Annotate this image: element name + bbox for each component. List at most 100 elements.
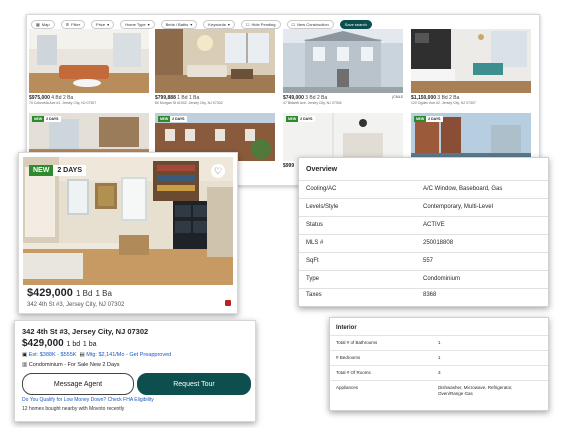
interior-key: Total # of Bathrooms bbox=[336, 340, 378, 345]
listing-photo: NEW 2 DAYS ♡ bbox=[23, 157, 233, 285]
message-agent-button[interactable]: Message Agent bbox=[22, 373, 134, 395]
filter-toolbar: ▦ Map ☰ Filter Price ▾ Home Type ▾ Beds / Ba… bbox=[31, 19, 372, 29]
divider bbox=[299, 288, 548, 289]
fha-eligibility-link[interactable]: Do You Qualify for Low Money Down? Check… bbox=[22, 397, 154, 403]
filter-button[interactable]: ☰ Filter bbox=[60, 19, 86, 29]
bought-nearby-text: 12 homes bought nearby with Movoto recen… bbox=[22, 406, 125, 412]
divider bbox=[299, 198, 548, 199]
listing-address: 80 Morgan St #1002, Jersey City, NJ 0730… bbox=[155, 101, 223, 105]
divider bbox=[299, 234, 548, 235]
divider bbox=[299, 270, 548, 271]
interior-key: Appliances bbox=[336, 385, 359, 390]
listing-price-line: $429,000 1 Bd 1 Ba bbox=[27, 287, 112, 299]
overview-key: SqFt bbox=[306, 258, 319, 264]
home-type-filter[interactable]: Home Type ▾ bbox=[120, 19, 155, 29]
chevron-down-icon: ▾ bbox=[227, 21, 230, 27]
calculator-icon: ▣ bbox=[22, 352, 28, 358]
mls-logo-icon bbox=[225, 300, 231, 306]
estimate-line: ▣ Est: $388K - $555K ▤ Mtg: $2,141/Mo - … bbox=[22, 352, 171, 358]
listing-photo bbox=[411, 29, 531, 93]
listing-photo bbox=[283, 29, 403, 93]
listing-address: 342 4th St #3, Jersey City, NJ 07302 bbox=[22, 327, 149, 336]
featured-listing-card[interactable]: NEW 2 DAYS ♡ $429,000 1 Bd 1 Ba 342 4th … bbox=[18, 152, 238, 314]
interior-value: 3 bbox=[438, 370, 441, 375]
overview-value: 557 bbox=[423, 258, 434, 264]
save-search-button[interactable]: Save search bbox=[339, 19, 372, 29]
chevron-down-icon: ▾ bbox=[190, 21, 193, 27]
overview-key: Status bbox=[306, 222, 324, 228]
interior-panel: Interior Total # of Bathrooms 1 # Bedroo… bbox=[329, 317, 549, 411]
mls-mark: jCMLS bbox=[392, 95, 403, 99]
divider bbox=[330, 365, 548, 366]
mortgage-link[interactable]: Mtg: $2,141/Mo - Get Preapproved bbox=[86, 352, 171, 358]
overview-value: ACTIVE bbox=[423, 222, 445, 228]
listing-photo: NEW 2 DAYS bbox=[411, 113, 531, 161]
new-badge: NEW 2 DAYS bbox=[29, 165, 86, 176]
listing-address: 342 4th St #3, Jersey City, NJ 07302 bbox=[27, 302, 125, 308]
new-badge: NEW 2 DAYS bbox=[286, 116, 315, 122]
overview-key: Levels/Style bbox=[306, 204, 339, 210]
divider bbox=[330, 335, 548, 336]
overview-value: A/C Window, Baseboard, Gas bbox=[423, 186, 503, 192]
overview-value: Contemporary, Multi-Level bbox=[423, 204, 493, 210]
hide-pending-toggle[interactable]: ☐ Hide Pending bbox=[240, 19, 281, 29]
checkbox-icon: ☐ bbox=[245, 21, 250, 27]
building-icon: ▥ bbox=[22, 362, 28, 368]
divider bbox=[330, 380, 548, 381]
divider bbox=[299, 216, 548, 217]
price-filter[interactable]: Price ▾ bbox=[91, 19, 115, 29]
listing-beds: 1 Bd bbox=[75, 289, 93, 298]
overview-key: MLS # bbox=[306, 240, 324, 246]
chevron-down-icon: ▾ bbox=[147, 21, 150, 27]
listing-card[interactable]: $799,888 1 Bd 1 Ba 80 Morgan St #1002, J… bbox=[155, 29, 275, 105]
divider bbox=[299, 252, 548, 253]
listing-card[interactable]: $1,150,000 3 Bd 2 Ba 120 Ogden Ave #2, J… bbox=[411, 29, 531, 105]
checkbox-icon: ☐ bbox=[291, 21, 296, 27]
listing-address: 47 Bidwell Ave, Jersey City, NJ 07304 bbox=[283, 101, 342, 105]
overview-key: Taxes bbox=[306, 292, 322, 298]
listing-baths: 1 ba bbox=[82, 341, 97, 348]
listing-beds: 1 bd bbox=[66, 341, 81, 348]
listing-photo bbox=[155, 29, 275, 93]
divider bbox=[299, 180, 548, 181]
overview-key: Cooling/AC bbox=[306, 186, 337, 192]
keywords-filter[interactable]: Keywords ▾ bbox=[203, 19, 235, 29]
mortgage-icon: ▤ bbox=[79, 352, 85, 358]
map-toggle[interactable]: ▦ Map bbox=[31, 19, 55, 29]
listing-address: 120 Ogden Ave #2, Jersey City, NJ 07307 bbox=[411, 101, 476, 105]
request-tour-button[interactable]: Request Tour bbox=[137, 373, 251, 395]
chevron-down-icon: ▾ bbox=[107, 21, 110, 27]
overview-key: Type bbox=[306, 276, 320, 282]
filter-icon: ☰ bbox=[65, 21, 70, 27]
listing-price: $429,000 bbox=[27, 287, 73, 299]
section-title: Overview bbox=[306, 166, 338, 173]
estimate-link[interactable]: Est: $388K - $555K bbox=[29, 352, 77, 358]
listing-photo: NEW 2 DAYS bbox=[283, 113, 403, 161]
new-badge: NEW 2 DAYS bbox=[414, 116, 443, 122]
listing-contact-panel: 342 4th St #3, Jersey City, NJ 07302 $42… bbox=[14, 320, 256, 422]
favorite-heart-icon[interactable]: ♡ bbox=[211, 164, 225, 178]
interior-value: Dishwasher, Microwave, Refrigerator, Ove… bbox=[438, 385, 513, 396]
listing-card[interactable]: NEW 2 DAYS bbox=[411, 113, 531, 161]
new-badge: NEW 2 DAYS bbox=[32, 116, 61, 122]
listing-baths: 1 Ba bbox=[95, 289, 112, 298]
section-title: Interior bbox=[336, 325, 357, 331]
overview-value: 250018808 bbox=[423, 240, 454, 246]
interior-key: Total # Of Rooms bbox=[336, 370, 371, 375]
interior-value: 1 bbox=[438, 340, 441, 345]
listing-photo bbox=[29, 29, 149, 93]
beds-baths-filter[interactable]: Beds / Baths ▾ bbox=[160, 19, 198, 29]
overview-panel: Overview Cooling/AC A/C Window, Baseboar… bbox=[298, 157, 549, 307]
listing-card[interactable]: $749,000 3 Bd 2 Ba jCMLS 47 Bidwell Ave,… bbox=[283, 29, 403, 105]
interior-key: # Bedrooms bbox=[336, 355, 361, 360]
interior-value: 1 bbox=[438, 355, 441, 360]
new-badge: NEW 2 DAYS bbox=[158, 116, 187, 122]
property-type-status: ▥ Condominium - For Sale New 2 Days bbox=[22, 362, 120, 368]
divider bbox=[330, 350, 548, 351]
listing-card[interactable]: $975,000 4 Bd 2 Ba 70 Columbia Ave #1, J… bbox=[29, 29, 149, 105]
overview-value: 8368 bbox=[423, 292, 437, 298]
new-construction-toggle[interactable]: ☐ New Construction bbox=[286, 19, 334, 29]
overview-value: Condominium bbox=[423, 276, 461, 282]
listing-price-line: $429,000 1 bd 1 ba bbox=[22, 338, 97, 349]
listing-price: $429,000 bbox=[22, 338, 64, 349]
